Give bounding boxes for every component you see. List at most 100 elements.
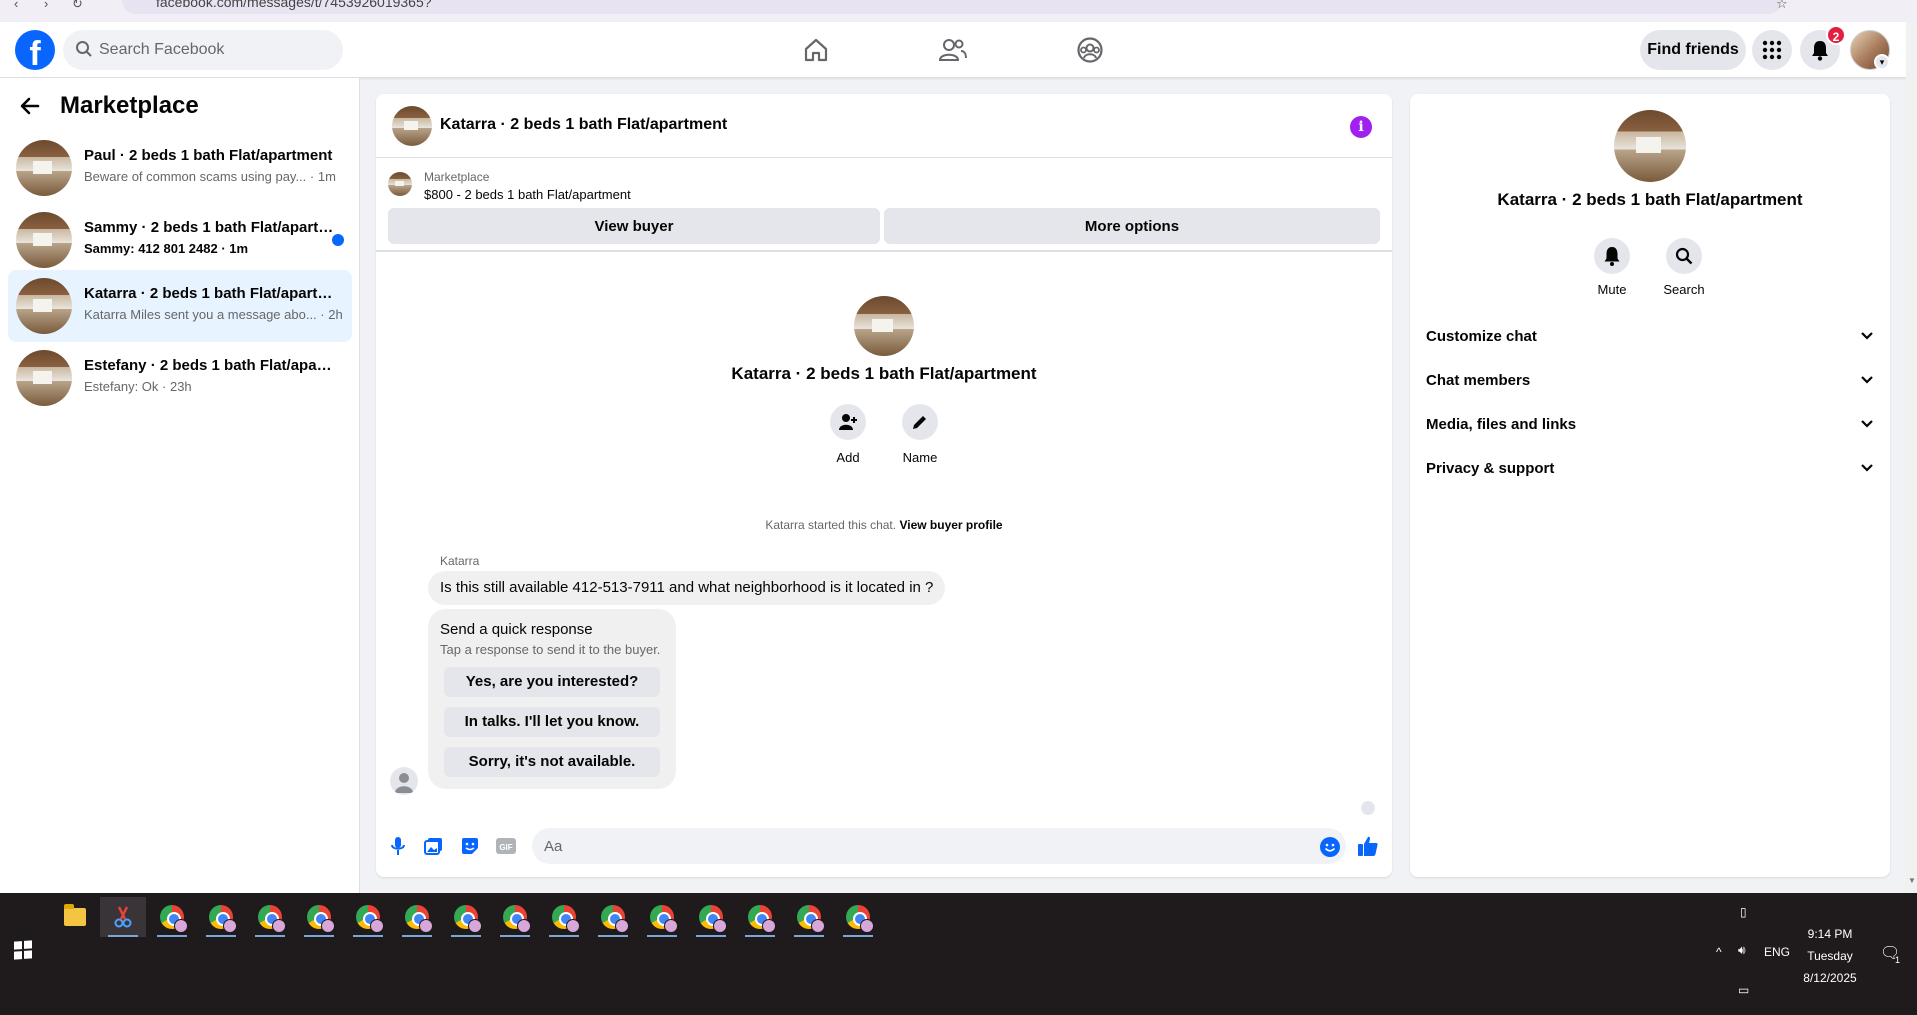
- conversation-item-active[interactable]: Katarra · 2 beds 1 bath Flat/apartment K…: [8, 270, 352, 342]
- quick-response-button[interactable]: In talks. I'll let you know.: [444, 707, 660, 737]
- groups-icon[interactable]: [1070, 32, 1110, 68]
- chrome-profile-icon[interactable]: [345, 897, 391, 937]
- chrome-profile-icon[interactable]: [247, 897, 293, 937]
- conversation-preview: Estefany: Ok · 23h: [84, 379, 192, 394]
- emoji-icon[interactable]: [1320, 837, 1340, 857]
- scroll-down-arrow-icon[interactable]: ▼: [1908, 876, 1916, 885]
- add-label: Add: [836, 450, 860, 465]
- chrome-profile-icon[interactable]: [639, 897, 685, 937]
- browser-toolbar: ‹ › ↻ facebook.com/messages/t/7453926019…: [0, 0, 1917, 22]
- unread-dot-icon: [332, 234, 344, 246]
- sidebar-title: Marketplace: [60, 92, 199, 119]
- chrome-profile-icon[interactable]: [443, 897, 489, 937]
- conversation-preview: Katarra Miles sent you a message abo... …: [84, 307, 343, 322]
- conversation-preview: Beware of common scams using pay... · 1m: [84, 169, 336, 184]
- bell-icon: [1604, 247, 1620, 266]
- view-buyer-button[interactable]: View buyer: [388, 208, 880, 244]
- sender-avatar[interactable]: [390, 767, 418, 795]
- message-composer[interactable]: [532, 828, 1346, 864]
- add-people-button[interactable]: Add: [818, 404, 878, 465]
- file-explorer-icon[interactable]: [52, 897, 98, 937]
- chrome-profile-icon[interactable]: [835, 897, 881, 937]
- home-icon[interactable]: [796, 32, 836, 68]
- listing-thumbnail: [16, 212, 72, 268]
- mute-button[interactable]: Mute: [1582, 238, 1642, 297]
- message-sender-name: Katarra: [440, 554, 480, 568]
- conversation-item[interactable]: Sammy · 2 beds 1 bath Flat/apartment Sam…: [8, 204, 352, 276]
- language-indicator[interactable]: ENG: [1764, 945, 1790, 959]
- bookmark-star-icon[interactable]: ☆: [1776, 0, 1788, 12]
- chrome-profile-icon[interactable]: [198, 897, 244, 937]
- seen-avatar-icon: [1361, 801, 1375, 815]
- chrome-profile-icon[interactable]: [492, 897, 538, 937]
- chat-started-note: Katarra started this chat. View buyer pr…: [376, 518, 1392, 532]
- chrome-profile-icon[interactable]: [296, 897, 342, 937]
- chrome-profile-icon[interactable]: [149, 897, 195, 937]
- back-arrow-icon[interactable]: [20, 96, 40, 116]
- conversation-item[interactable]: Estefany · 2 beds 1 bath Flat/apartment …: [8, 342, 352, 414]
- search-icon: [1675, 247, 1693, 265]
- quick-response-button[interactable]: Yes, are you interested?: [444, 667, 660, 697]
- network-icon[interactable]: ▭: [1738, 983, 1749, 997]
- chat-intro-title: Katarra · 2 beds 1 bath Flat/apartment: [731, 364, 1037, 383]
- device-icon[interactable]: ▯: [1740, 905, 1747, 919]
- listing-thumbnail: [16, 278, 72, 334]
- chrome-profile-icon[interactable]: [737, 897, 783, 937]
- reload-icon[interactable]: ↻: [72, 0, 83, 12]
- clock-date: 8/12/2025: [1803, 971, 1857, 985]
- chat-header-thumbnail[interactable]: [392, 106, 432, 146]
- chat-title[interactable]: Katarra · 2 beds 1 bath Flat/apartment: [440, 116, 727, 134]
- incoming-message[interactable]: Is this still available 412-513-7911 and…: [428, 571, 946, 605]
- search-icon: [76, 41, 92, 57]
- message-input[interactable]: [544, 828, 1304, 864]
- snipping-tool-icon[interactable]: [100, 897, 146, 937]
- name-label: Name: [902, 450, 938, 465]
- sticker-icon[interactable]: [458, 834, 482, 858]
- search-input[interactable]: [99, 30, 335, 70]
- quick-response-button[interactable]: Sorry, it's not available.: [444, 747, 660, 777]
- conversation-item[interactable]: Paul · 2 beds 1 bath Flat/apartment Bewa…: [8, 132, 352, 204]
- chrome-profile-icon[interactable]: [394, 897, 440, 937]
- thumbs-up-icon[interactable]: [1356, 834, 1380, 858]
- conversation-title: Paul · 2 beds 1 bath Flat/apartment: [84, 147, 333, 164]
- info-icon[interactable]: i: [1350, 116, 1372, 138]
- taskbar-clock[interactable]: 9:14 PM Tuesday 8/12/2025: [1790, 923, 1870, 989]
- search-box[interactable]: [63, 30, 343, 70]
- microphone-icon[interactable]: [386, 834, 410, 858]
- chat-started-text: Katarra started this chat.: [765, 518, 897, 532]
- windows-start-icon[interactable]: [14, 940, 32, 960]
- account-chevron-icon[interactable]: ▾: [1874, 54, 1890, 70]
- customize-chat-section[interactable]: Customize chat: [1426, 316, 1882, 356]
- back-icon[interactable]: ‹: [14, 0, 18, 11]
- chrome-profile-icon[interactable]: [786, 897, 832, 937]
- friends-icon[interactable]: [933, 32, 973, 68]
- listing-price-title[interactable]: $800 - 2 beds 1 bath Flat/apartment: [424, 187, 631, 202]
- section-label: Privacy & support: [1426, 459, 1555, 477]
- chrome-profile-icon[interactable]: [688, 897, 734, 937]
- pencil-icon: [913, 416, 926, 429]
- marketplace-label: Marketplace: [424, 170, 490, 184]
- forward-icon[interactable]: ›: [44, 0, 48, 11]
- menu-grid-icon[interactable]: [1752, 30, 1792, 70]
- photo-icon[interactable]: [422, 834, 446, 858]
- search-in-chat-button[interactable]: Search: [1654, 238, 1714, 297]
- chat-members-section[interactable]: Chat members: [1426, 360, 1882, 400]
- edit-name-button[interactable]: Name: [890, 404, 950, 465]
- chrome-profile-icon[interactable]: [590, 897, 636, 937]
- tray-expand-chevron-icon[interactable]: ^: [1716, 945, 1722, 959]
- page-scrollbar[interactable]: [1906, 22, 1917, 893]
- conversation-title: Sammy · 2 beds 1 bath Flat/apartment: [84, 219, 334, 236]
- find-friends-button[interactable]: Find friends: [1640, 30, 1746, 70]
- volume-icon[interactable]: 🔊︎: [1738, 943, 1746, 958]
- facebook-logo-icon[interactable]: f: [15, 30, 55, 70]
- privacy-support-section[interactable]: Privacy & support: [1426, 448, 1882, 488]
- gif-icon[interactable]: GIF: [494, 834, 518, 858]
- view-buyer-profile-link[interactable]: View buyer profile: [899, 518, 1002, 532]
- chrome-profile-icon[interactable]: [541, 897, 587, 937]
- chat-info-panel: Katarra · 2 beds 1 bath Flat/apartment M…: [1410, 94, 1890, 877]
- chat-intro-thumbnail: [854, 296, 914, 356]
- more-options-button[interactable]: More options: [884, 208, 1380, 244]
- chevron-down-icon: [1861, 376, 1873, 384]
- marketplace-listing-strip: Marketplace $800 - 2 beds 1 bath Flat/ap…: [376, 158, 1392, 252]
- media-files-links-section[interactable]: Media, files and links: [1426, 404, 1882, 444]
